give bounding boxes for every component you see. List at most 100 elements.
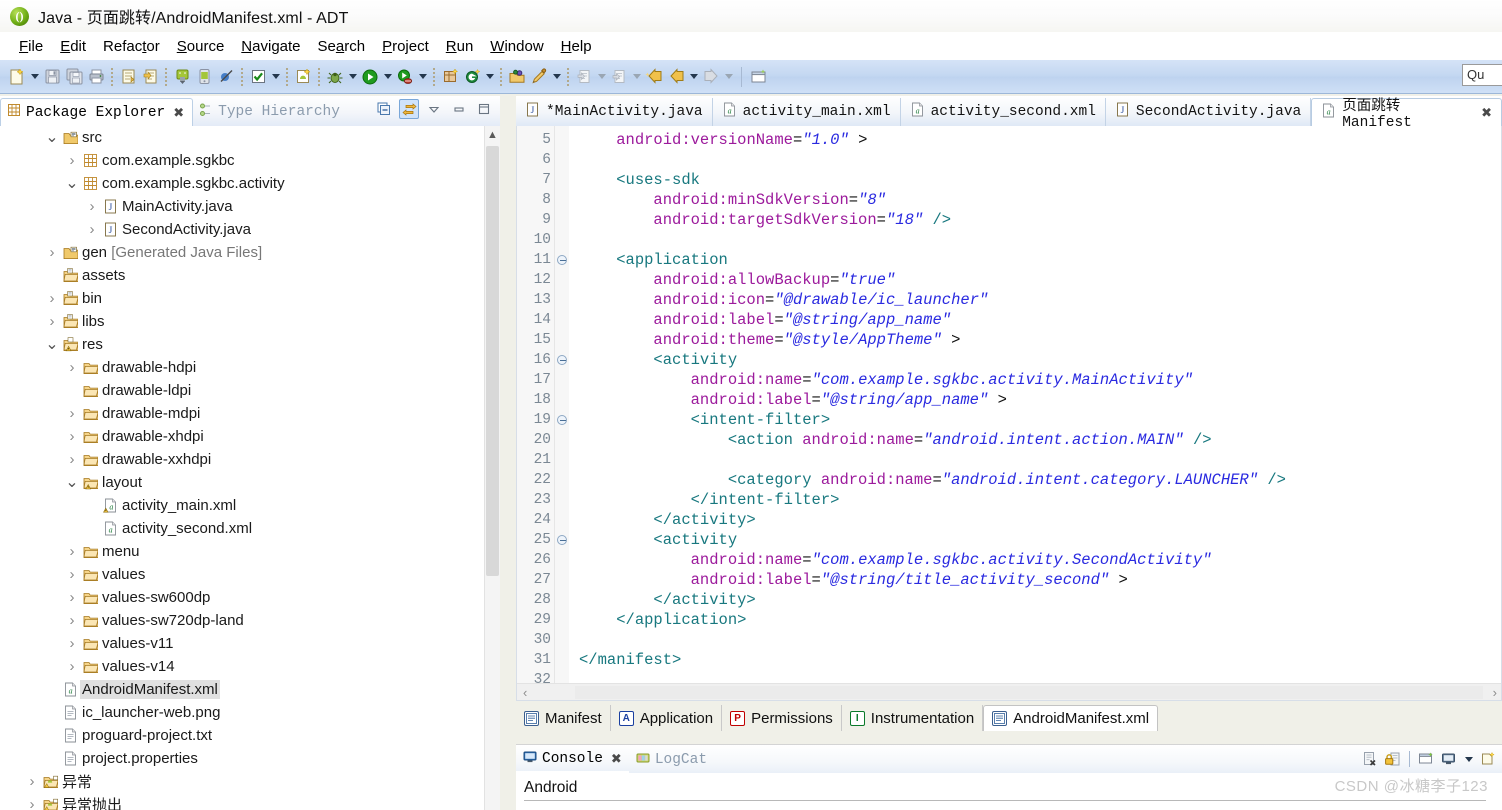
twisty-collapsed-icon[interactable]: › xyxy=(64,428,80,445)
form-tab-instrumentation[interactable]: I Instrumentation xyxy=(842,705,984,731)
tab-logcat[interactable]: LogCat xyxy=(629,747,714,773)
twisty-collapsed-icon[interactable]: › xyxy=(64,589,80,606)
editor-tab--manifest[interactable]: a 页面跳转 Manifest ✖ xyxy=(1311,98,1502,126)
skip-all-breakpoints-icon[interactable] xyxy=(215,65,237,89)
forward-icon[interactable] xyxy=(700,65,722,89)
tree-item-drawable-xhdpi[interactable]: › drawable-xhdpi xyxy=(0,425,484,448)
twisty-collapsed-icon[interactable]: › xyxy=(44,313,60,330)
external-tools-dropdown-icon[interactable] xyxy=(416,65,429,89)
code-line[interactable]: 17 android:name="com.example.sgkbc.activ… xyxy=(517,370,1501,390)
tree-item-values-sw600dp[interactable]: › values-sw600dp xyxy=(0,586,484,609)
twisty-collapsed-icon[interactable]: › xyxy=(64,405,80,422)
code-line[interactable]: 27 android:label="@string/title_activity… xyxy=(517,570,1501,590)
code-line[interactable]: 26 android:name="com.example.sgkbc.activ… xyxy=(517,550,1501,570)
tab-console[interactable]: Console ✖ xyxy=(516,747,629,773)
android-sdk-manager-icon[interactable] xyxy=(171,65,193,89)
new-wizard-dropdown-icon[interactable] xyxy=(28,65,41,89)
tree-vertical-scrollbar[interactable]: ▲ xyxy=(484,126,500,810)
previous-annotation-dropdown-icon[interactable] xyxy=(630,65,643,89)
minimize-icon[interactable] xyxy=(449,99,469,119)
code-content[interactable]: 5 android:versionName="1.0" > 6 7 <uses-sd… xyxy=(517,130,1501,690)
display-selected-console-icon[interactable] xyxy=(1439,749,1459,769)
scrollbar-thumb[interactable] xyxy=(486,146,499,576)
back-dropdown-icon[interactable] xyxy=(687,65,700,89)
back-icon[interactable] xyxy=(665,65,687,89)
code-line[interactable]: 11 <application xyxy=(517,250,1501,270)
code-line[interactable]: 31 </manifest> xyxy=(517,650,1501,670)
tree-item-values-v14[interactable]: › values-v14 xyxy=(0,655,484,678)
tree-item-res[interactable]: ⌄ res xyxy=(0,333,484,356)
open-gwt-icon[interactable] xyxy=(461,65,483,89)
new-window-icon[interactable] xyxy=(748,65,770,89)
code-line[interactable]: 30 xyxy=(517,630,1501,650)
twisty-collapsed-icon[interactable]: › xyxy=(64,635,80,652)
code-line[interactable]: 29 </application> xyxy=(517,610,1501,630)
twisty-expanded-icon[interactable]: ⌄ xyxy=(44,129,60,145)
tree-item-drawable-xxhdpi[interactable]: › drawable-xxhdpi xyxy=(0,448,484,471)
tree-item-com-example-sgkbc[interactable]: › com.example.sgkbc xyxy=(0,149,484,172)
tree-item-drawable-ldpi[interactable]: drawable-ldpi xyxy=(0,379,484,402)
annotate-dropdown-icon[interactable] xyxy=(550,65,563,89)
save-all-icon[interactable] xyxy=(63,65,85,89)
panel-splitter[interactable] xyxy=(500,96,516,810)
twisty-expanded-icon[interactable]: ⌄ xyxy=(64,175,80,191)
close-icon[interactable]: ✖ xyxy=(1481,105,1492,121)
tree-item-values-sw720dp-land[interactable]: › values-sw720dp-land xyxy=(0,609,484,632)
code-line[interactable]: 9 android:targetSdkVersion="18" /> xyxy=(517,210,1501,230)
code-line[interactable]: 21 xyxy=(517,450,1501,470)
annotate-pen-icon[interactable] xyxy=(528,65,550,89)
form-tab-application[interactable]: A Application xyxy=(611,705,723,731)
tree-item-layout[interactable]: ⌄ layout xyxy=(0,471,484,494)
next-annotation-dropdown-icon[interactable] xyxy=(595,65,608,89)
previous-annotation-icon[interactable] xyxy=(608,65,630,89)
save-icon[interactable] xyxy=(41,65,63,89)
editor-horizontal-scrollbar[interactable]: ‹ › xyxy=(517,683,1501,700)
print-icon[interactable] xyxy=(85,65,107,89)
code-line[interactable]: 25 <activity xyxy=(517,530,1501,550)
twisty-expanded-icon[interactable]: ⌄ xyxy=(64,474,80,490)
twisty-collapsed-icon[interactable]: › xyxy=(64,152,80,169)
tree-item-libs[interactable]: › libs xyxy=(0,310,484,333)
twisty-collapsed-icon[interactable]: › xyxy=(64,566,80,583)
tree-item-activity-second-xml[interactable]: a activity_second.xml xyxy=(0,517,484,540)
tree-item-project-properties[interactable]: project.properties xyxy=(0,747,484,770)
scroll-left-arrow-icon[interactable]: ‹ xyxy=(517,685,533,700)
twisty-expanded-icon[interactable]: ⌄ xyxy=(44,336,60,352)
scroll-track[interactable] xyxy=(575,686,1483,699)
project-tree[interactable]: ⌄ src › com.example.sgkbc ⌄ com.example.sgkbc… xyxy=(0,126,484,810)
tree-item-drawable-mdpi[interactable]: › drawable-mdpi xyxy=(0,402,484,425)
new-wizard-icon[interactable] xyxy=(6,65,28,89)
menu-refactor[interactable]: Refactor xyxy=(95,36,169,57)
collapse-all-icon[interactable] xyxy=(374,99,394,119)
code-line[interactable]: 22 <category android:name="android.inten… xyxy=(517,470,1501,490)
console-output[interactable]: Android xyxy=(516,773,1502,801)
code-line[interactable]: 28 </activity> xyxy=(517,590,1501,610)
build-check-icon[interactable] xyxy=(247,65,269,89)
xml-source-editor[interactable]: 5 android:versionName="1.0" > 6 7 <uses-sd… xyxy=(516,126,1502,701)
code-line[interactable]: 13 android:icon="@drawable/ic_launcher" xyxy=(517,290,1501,310)
twisty-collapsed-icon[interactable]: › xyxy=(24,773,40,790)
editor-tab-activity-main-xml[interactable]: a activity_main.xml xyxy=(713,98,901,126)
code-line[interactable]: 18 android:label="@string/app_name" > xyxy=(517,390,1501,410)
close-icon[interactable]: ✖ xyxy=(173,105,184,121)
console-dropdown-icon[interactable] xyxy=(1462,747,1475,771)
twisty-collapsed-icon[interactable]: › xyxy=(64,612,80,629)
close-icon[interactable]: ✖ xyxy=(611,751,622,767)
view-menu-icon[interactable] xyxy=(424,99,444,119)
tree-item-menu[interactable]: › menu xyxy=(0,540,484,563)
menu-edit[interactable]: Edit xyxy=(52,36,95,57)
editor-tab--mainactivity-java[interactable]: J *MainActivity.java xyxy=(516,98,713,126)
code-line[interactable]: 24 </activity> xyxy=(517,510,1501,530)
tree-item-bin[interactable]: › bin xyxy=(0,287,484,310)
twisty-collapsed-icon[interactable]: › xyxy=(44,290,60,307)
code-line[interactable]: 5 android:versionName="1.0" > xyxy=(517,130,1501,150)
scroll-up-arrow-icon[interactable]: ▲ xyxy=(485,126,500,144)
tab-type-hierarchy[interactable]: Type Hierarchy xyxy=(193,98,348,126)
tree-item-proguard-project-txt[interactable]: proguard-project.txt xyxy=(0,724,484,747)
fold-collapse-icon[interactable] xyxy=(555,415,569,425)
forward-dropdown-icon[interactable] xyxy=(722,65,735,89)
run-dropdown-icon[interactable] xyxy=(381,65,394,89)
editor-tab-activity-second-xml[interactable]: a activity_second.xml xyxy=(901,98,1106,126)
scroll-right-arrow-icon[interactable]: › xyxy=(1487,685,1501,700)
code-line[interactable]: 15 android:theme="@style/AppTheme" > xyxy=(517,330,1501,350)
